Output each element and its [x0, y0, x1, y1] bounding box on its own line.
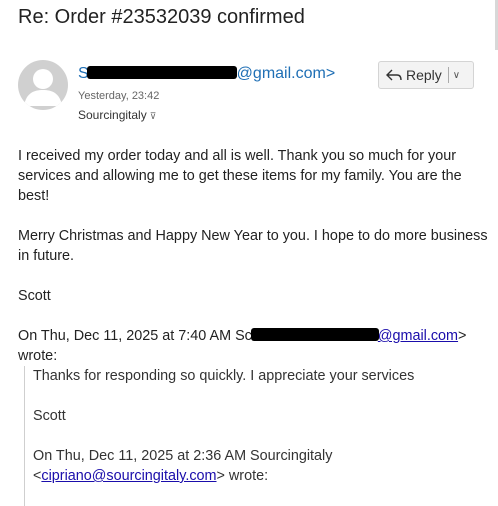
- sender-email-tail: @gmail.com>: [236, 65, 336, 82]
- quoted-header: On Thu, Dec 11, 2025 at 2:36 AM Sourcing…: [33, 448, 333, 464]
- quote-attribution: On Thu, Dec 11, 2025 at 7:40 AM Sc @gmail…: [18, 326, 488, 366]
- person-avatar-icon: [24, 69, 62, 106]
- recipient[interactable]: Sourcingitaly ⊽: [78, 108, 156, 122]
- email-subject: Re: Order #23532039 confirmed: [18, 6, 305, 28]
- quoted-line-1: Thanks for responding so quickly. I appr…: [33, 368, 415, 384]
- quote-email-link[interactable]: @gmail.com: [378, 328, 458, 344]
- redaction-bar: [250, 328, 379, 341]
- quote-date: On Thu, Dec 11, 2025 at 7:40 AM: [18, 328, 236, 344]
- quoted-wrote: > wrote:: [216, 468, 269, 484]
- recipient-name: Sourcingitaly: [78, 108, 147, 122]
- quoted-signoff: Scott: [33, 408, 66, 424]
- sender-address[interactable]: S @gmail.com>: [78, 65, 335, 83]
- message-body: I received my order today and all is wel…: [18, 146, 488, 306]
- chevron-down-icon[interactable]: ∨: [453, 70, 460, 81]
- body-paragraph-1: I received my order today and all is wel…: [18, 148, 462, 204]
- reply-button[interactable]: Reply ∨: [378, 61, 474, 89]
- body-paragraph-2: Merry Christmas and Happy New Year to yo…: [18, 228, 488, 264]
- quote-gt: >: [458, 328, 467, 344]
- expand-recipients-icon[interactable]: ⊽: [150, 111, 157, 121]
- reply-label: Reply: [406, 67, 442, 83]
- body-signoff: Scott: [18, 288, 51, 304]
- quoted-header-line-2: <cipriano@sourcingitaly.com> wrote:: [33, 466, 488, 486]
- quote-wrote: wrote:: [18, 348, 58, 364]
- reply-divider: [447, 67, 449, 83]
- redaction-bar: [86, 66, 237, 79]
- quoted-message: Thanks for responding so quickly. I appr…: [24, 366, 488, 506]
- quoted-email-link[interactable]: cipriano@sourcingitaly.com: [41, 468, 216, 484]
- sender-avatar: [18, 60, 68, 110]
- reply-arrow-icon: [386, 69, 402, 81]
- received-time: Yesterday, 23:42: [78, 90, 160, 102]
- quote-name-initial: Sc: [235, 328, 252, 344]
